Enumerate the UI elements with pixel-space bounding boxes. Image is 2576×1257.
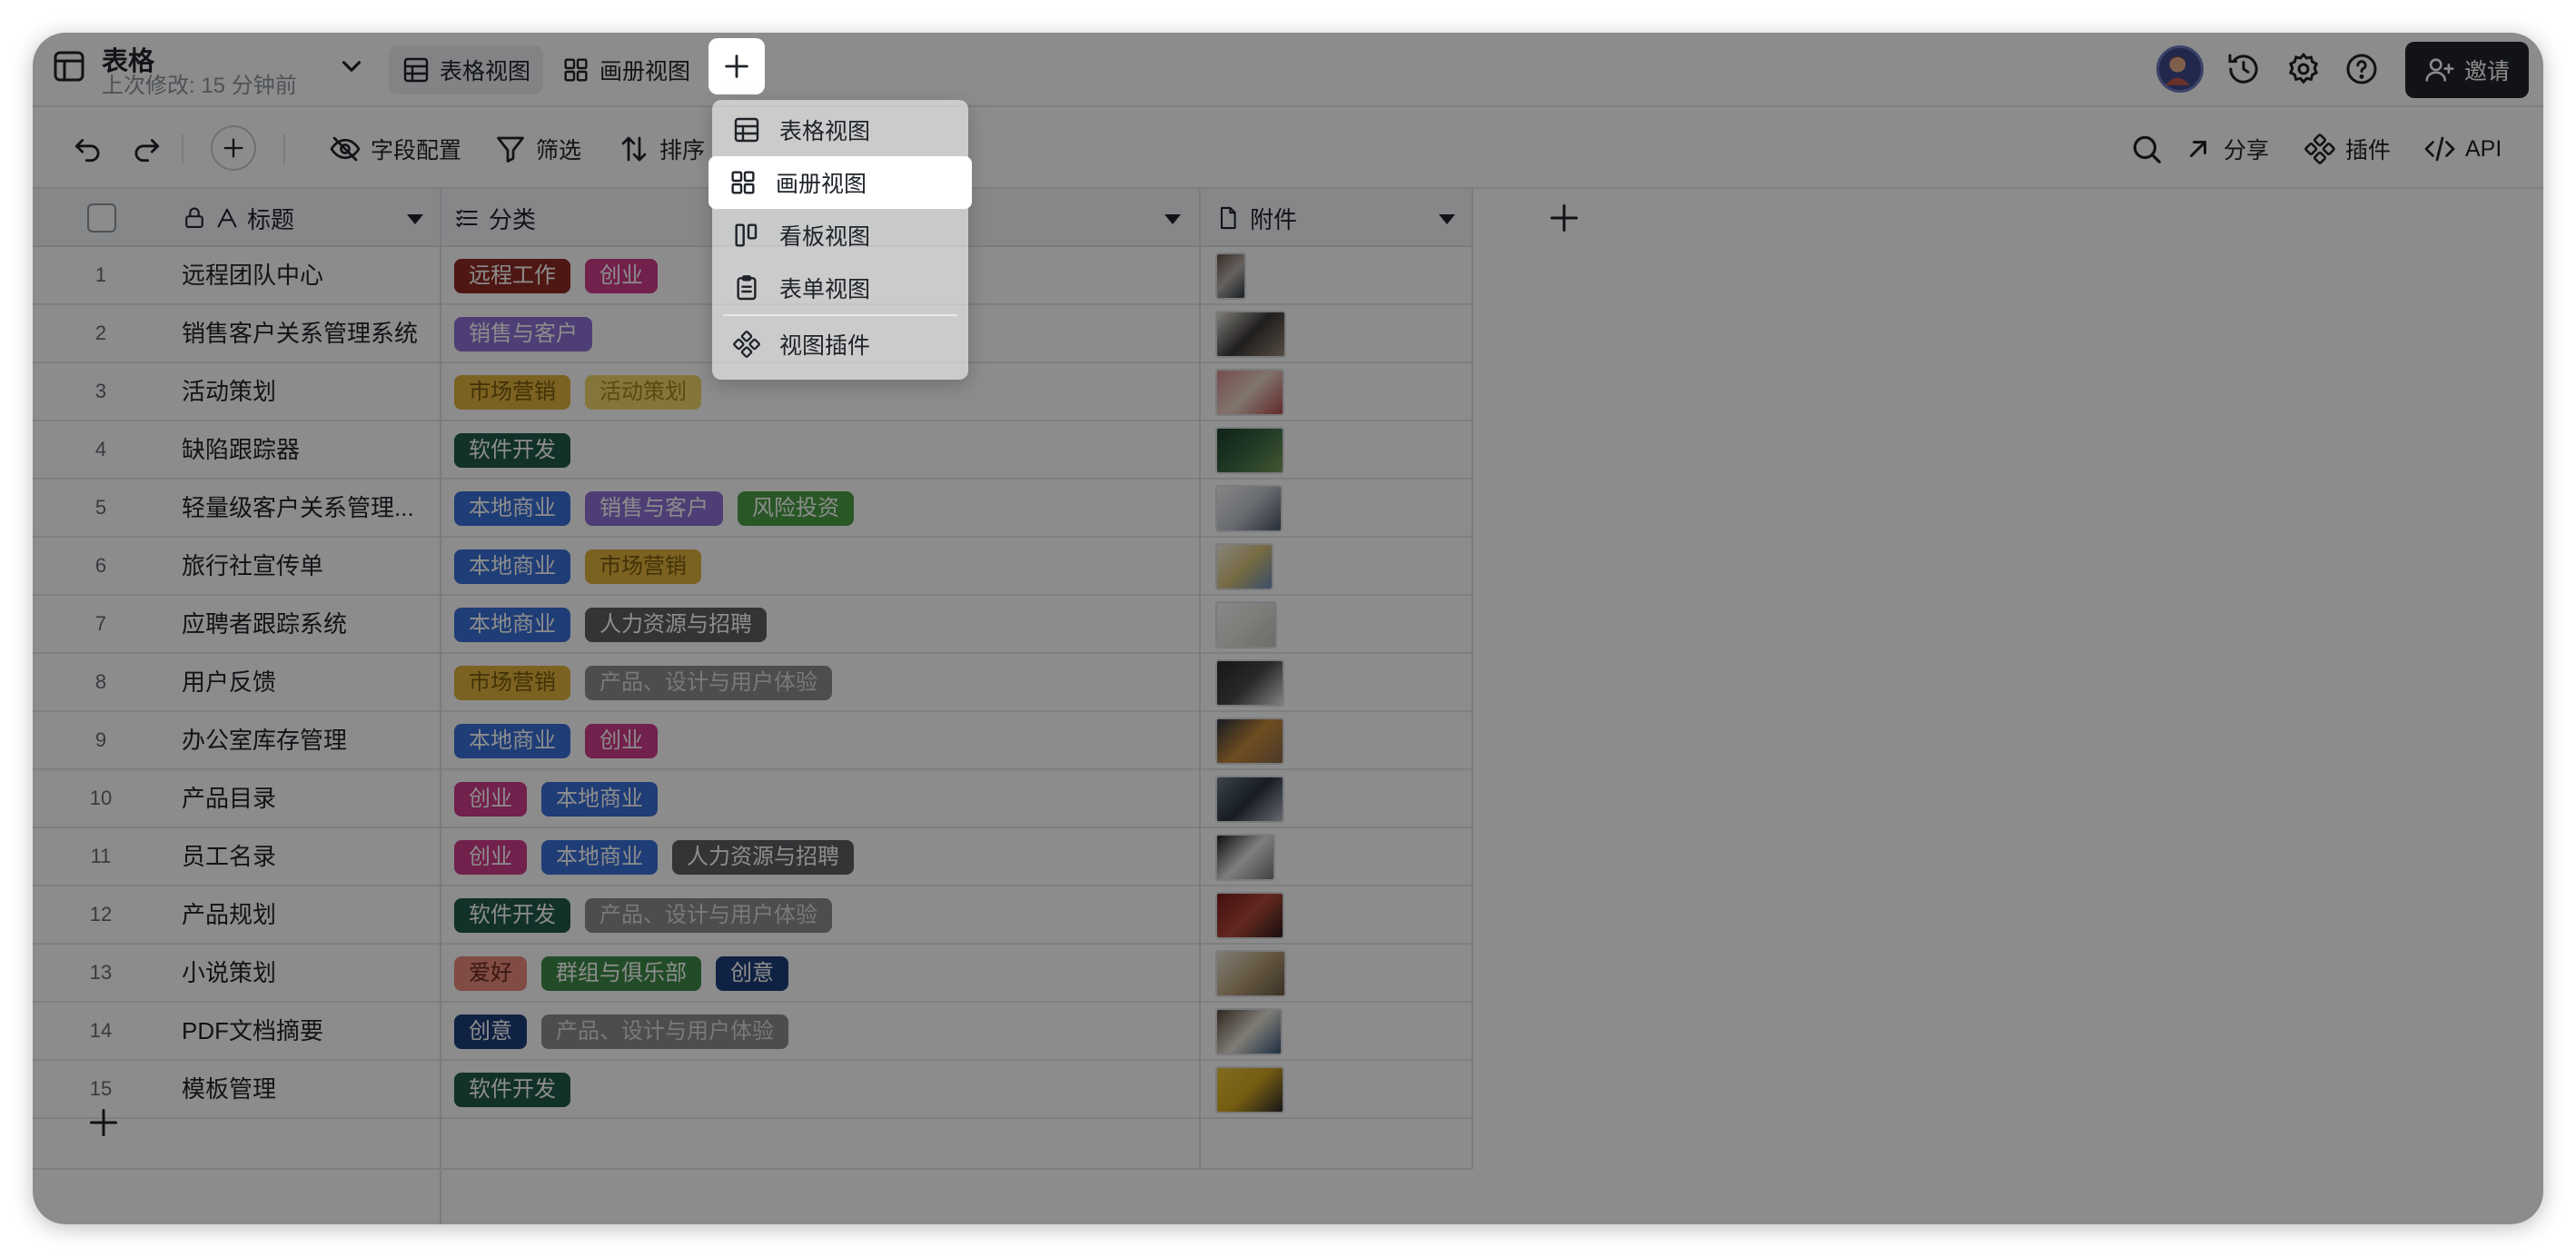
menu-item-label: 表格视图 (779, 119, 871, 144)
add-view-menu: 表格视图 画册视图 看板视图 表单视图 视图插件 (708, 100, 972, 380)
menu-item-form-view[interactable]: 表单视图 (712, 262, 968, 314)
modal-overlay[interactable] (33, 33, 2543, 1224)
menu-item-gallery-view[interactable]: 画册视图 (708, 156, 972, 209)
kanban-icon (732, 221, 761, 250)
table-grid-icon (732, 115, 761, 144)
menu-item-label: 画册视图 (776, 172, 867, 197)
gallery-grid-icon (728, 168, 758, 197)
menu-divider (723, 314, 957, 316)
menu-item-table-view[interactable]: 表格视图 (712, 104, 968, 156)
app-window: 表格 上次修改: 15 分钟前 表格视图 画册视图 邀请 字段配置 筛选 排序 … (33, 33, 2543, 1224)
plugin-icon (732, 330, 761, 359)
menu-item-kanban-view[interactable]: 看板视图 (712, 209, 968, 262)
menu-item-label: 表单视图 (779, 277, 871, 302)
form-clipboard-icon (732, 273, 761, 302)
plus-icon (721, 51, 752, 82)
menu-item-view-plugin[interactable]: 视图插件 (712, 318, 968, 371)
menu-item-label: 看板视图 (779, 224, 871, 250)
add-view-button[interactable] (708, 38, 765, 94)
menu-item-label: 视图插件 (779, 333, 871, 359)
